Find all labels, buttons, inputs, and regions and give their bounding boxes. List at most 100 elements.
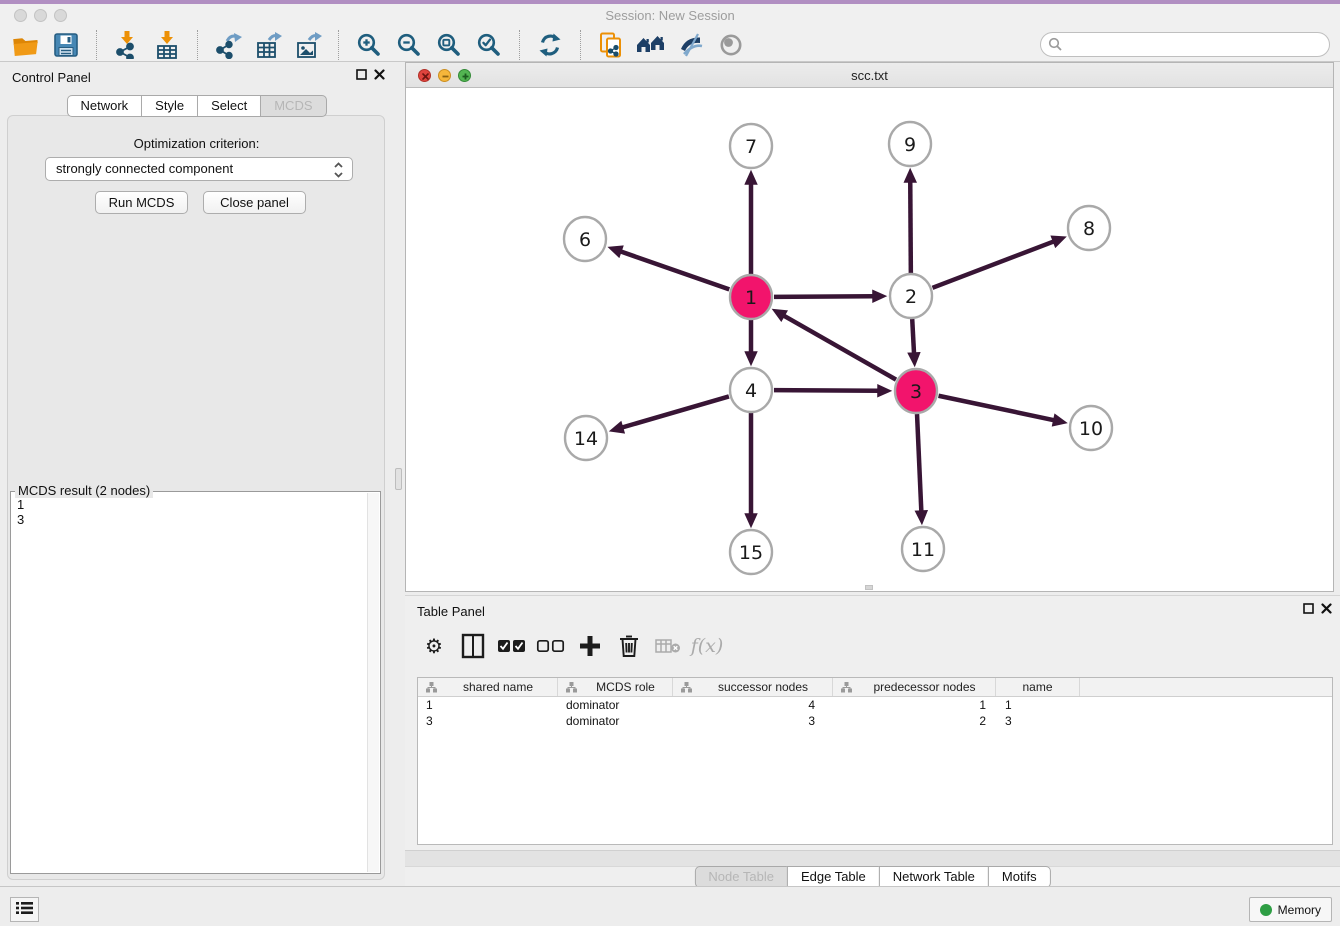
- edge-2-3[interactable]: [912, 319, 914, 353]
- settings-gear-icon[interactable]: ⚙: [419, 631, 449, 661]
- column-header-successor-nodes[interactable]: successor nodes: [673, 678, 833, 696]
- float-panel-icon[interactable]: [356, 69, 367, 80]
- cell-name[interactable]: 1: [996, 697, 1080, 713]
- node-2[interactable]: 2: [890, 274, 932, 318]
- export-table-button[interactable]: [248, 29, 288, 61]
- mcds-result-text[interactable]: 1 3: [13, 495, 366, 871]
- close-table-panel-icon[interactable]: [1321, 603, 1332, 614]
- zoom-home-button[interactable]: [631, 29, 671, 61]
- save-floppy-icon: [52, 31, 80, 59]
- toolbar-separator: [519, 30, 520, 60]
- node-9[interactable]: 9: [889, 122, 931, 166]
- node-table: shared nameMCDS rolesuccessor nodesprede…: [417, 677, 1333, 845]
- delete-table-icon[interactable]: [653, 631, 683, 661]
- column-header-MCDS-role[interactable]: MCDS role: [558, 678, 673, 696]
- close-panel-button[interactable]: Close panel: [203, 191, 306, 214]
- node-8[interactable]: 8: [1068, 206, 1110, 250]
- search-input[interactable]: [1040, 32, 1330, 57]
- show-graphics-details-button[interactable]: [711, 29, 751, 61]
- export-image-button[interactable]: [288, 29, 328, 61]
- edge-1-2[interactable]: [774, 296, 873, 297]
- memory-button[interactable]: Memory: [1249, 897, 1332, 922]
- cell-MCDS-role[interactable]: dominator: [558, 713, 673, 729]
- svg-text:2: 2: [905, 286, 917, 308]
- select-stepper-icon: [333, 161, 344, 186]
- float-table-panel-icon[interactable]: [1303, 603, 1314, 614]
- cell-predecessor-nodes[interactable]: 1: [833, 697, 996, 713]
- edge-2-9[interactable]: [910, 182, 911, 273]
- criterion-select[interactable]: strongly connected component: [45, 157, 353, 181]
- node-11[interactable]: 11: [902, 527, 944, 571]
- edge-3-10[interactable]: [939, 396, 1054, 420]
- window-resize-handle[interactable]: [865, 585, 873, 590]
- cell-predecessor-nodes[interactable]: 2: [833, 713, 996, 729]
- tab-style[interactable]: Style: [141, 95, 198, 117]
- deselect-all-checkboxes-icon[interactable]: [536, 631, 566, 661]
- edge-4-3[interactable]: [774, 390, 878, 391]
- table-row[interactable]: 1dominator411: [418, 697, 1332, 713]
- houses-icon: [636, 31, 666, 59]
- tab-select[interactable]: Select: [197, 95, 261, 117]
- refresh-view-button[interactable]: [530, 29, 570, 61]
- edge-4-14[interactable]: [622, 396, 728, 427]
- copy-network-view-button[interactable]: [591, 29, 631, 61]
- tab-mcds[interactable]: MCDS: [260, 95, 326, 117]
- network-window-titlebar[interactable]: scc.txt: [406, 63, 1333, 88]
- control-panel: Control Panel NetworkStyleSelectMCDS Opt…: [0, 62, 393, 886]
- column-header-predecessor-nodes[interactable]: predecessor nodes: [833, 678, 996, 696]
- toggle-columns-icon[interactable]: [458, 631, 488, 661]
- select-all-checkboxes-icon[interactable]: [497, 631, 527, 661]
- svg-text:8: 8: [1083, 218, 1095, 240]
- memory-label: Memory: [1278, 903, 1321, 917]
- open-session-button[interactable]: [6, 29, 46, 61]
- cell-shared-name[interactable]: 1: [418, 697, 558, 713]
- zoom-selected-button[interactable]: [469, 29, 509, 61]
- network-canvas[interactable]: 7 9 6 8 1 2 4 3 14 10 15 11: [406, 88, 1333, 591]
- cell-name[interactable]: 3: [996, 713, 1080, 729]
- cell-MCDS-role[interactable]: dominator: [558, 697, 673, 713]
- task-history-button[interactable]: [10, 897, 39, 922]
- node-3[interactable]: 3: [895, 369, 937, 413]
- panel-splitter[interactable]: [393, 62, 405, 886]
- node-7[interactable]: 7: [730, 124, 772, 168]
- zoom-out-button[interactable]: [389, 29, 429, 61]
- zoom-fit-button[interactable]: [429, 29, 469, 61]
- node-4[interactable]: 4: [730, 368, 772, 412]
- mcds-result-scrollbar[interactable]: [367, 493, 379, 872]
- column-header-name[interactable]: name: [996, 678, 1080, 696]
- tab-network-table[interactable]: Network Table: [879, 866, 989, 888]
- splitter-handle[interactable]: [395, 468, 402, 490]
- save-session-button[interactable]: [46, 29, 86, 61]
- delete-column-icon[interactable]: [614, 631, 644, 661]
- tab-network[interactable]: Network: [66, 95, 142, 117]
- node-10[interactable]: 10: [1070, 406, 1112, 450]
- svg-text:15: 15: [739, 542, 763, 564]
- close-panel-icon[interactable]: [374, 69, 385, 80]
- import-table-button[interactable]: [147, 29, 187, 61]
- hide-graphics-details-button[interactable]: [671, 29, 711, 61]
- node-15[interactable]: 15: [730, 530, 772, 574]
- node-6[interactable]: 6: [564, 217, 606, 261]
- cell-successor-nodes[interactable]: 4: [673, 697, 833, 713]
- edge-3-1[interactable]: [784, 316, 896, 380]
- node-1[interactable]: 1: [730, 275, 772, 319]
- tab-node-table[interactable]: Node Table: [694, 866, 788, 888]
- export-network-button[interactable]: [208, 29, 248, 61]
- function-builder-icon[interactable]: f(x): [692, 631, 722, 661]
- import-network-button[interactable]: [107, 29, 147, 61]
- run-mcds-button[interactable]: Run MCDS: [95, 191, 188, 214]
- tab-motifs[interactable]: Motifs: [988, 866, 1051, 888]
- table-row[interactable]: 3dominator323: [418, 713, 1332, 729]
- node-14[interactable]: 14: [565, 416, 607, 460]
- edge-3-11[interactable]: [917, 414, 921, 511]
- edge-1-6[interactable]: [621, 252, 729, 290]
- add-column-icon[interactable]: [575, 631, 605, 661]
- column-header-shared-name[interactable]: shared name: [418, 678, 558, 696]
- criterion-value: strongly connected component: [56, 161, 233, 176]
- zoom-in-button[interactable]: [349, 29, 389, 61]
- tab-edge-table[interactable]: Edge Table: [787, 866, 880, 888]
- table-header-row: shared nameMCDS rolesuccessor nodesprede…: [418, 678, 1332, 697]
- cell-successor-nodes[interactable]: 3: [673, 713, 833, 729]
- edge-2-8[interactable]: [932, 242, 1053, 288]
- cell-shared-name[interactable]: 3: [418, 713, 558, 729]
